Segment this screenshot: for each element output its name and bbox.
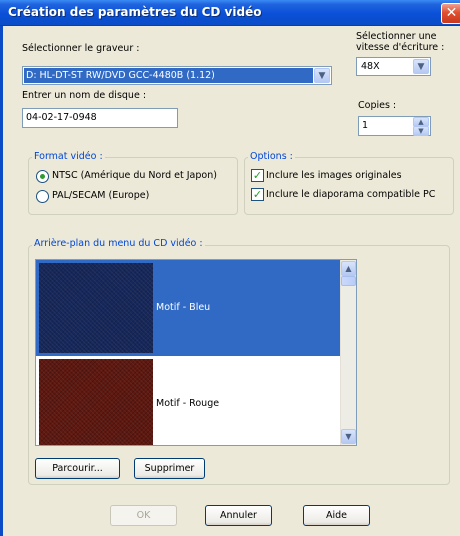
list-item-red[interactable]: Motif - Rouge [36, 356, 340, 445]
copies-value: 1 [362, 120, 369, 131]
include-slideshow-label[interactable]: Inclure le diaporama compatible PC [266, 189, 435, 200]
list-scrollbar[interactable]: ▲ ▼ [340, 260, 356, 445]
copies-stepper[interactable]: 1 ▲ ▼ [358, 116, 431, 136]
speed-select[interactable]: 48X ▼ [356, 57, 431, 76]
options-title: Options : [248, 151, 295, 162]
speed-label-line2: vitesse d'écriture : [356, 42, 445, 53]
ok-button[interactable]: OK [110, 505, 177, 526]
delete-button[interactable]: Supprimer [134, 458, 205, 479]
background-title: Arrière-plan du menu du CD vidéo : [32, 238, 205, 249]
burner-label: Sélectionner le graveur : [22, 43, 140, 54]
burner-select[interactable]: D: HL-DT-ST RW/DVD GCC-4480B (1.12) ▼ [22, 66, 332, 85]
list-item-label: Motif - Rouge [156, 398, 220, 409]
list-item-blue[interactable]: Motif - Bleu [36, 260, 340, 356]
stepper-down-icon[interactable]: ▼ [413, 126, 429, 136]
red-pattern-thumbnail [39, 359, 153, 445]
disc-name-input[interactable]: 04-02-17-0948 [22, 108, 178, 128]
ntsc-radio[interactable] [36, 170, 49, 183]
title-bar[interactable]: Création des paramètres du CD vidéo [0, 0, 460, 26]
cancel-button[interactable]: Annuler [205, 505, 272, 526]
ntsc-label[interactable]: NTSC (Amérique du Nord et Japon) [52, 170, 217, 181]
pal-radio[interactable] [36, 190, 49, 203]
blue-pattern-thumbnail [39, 263, 153, 353]
scroll-down-icon[interactable]: ▼ [341, 429, 356, 444]
include-originals-checkbox[interactable]: ✓ [251, 169, 264, 182]
pal-label[interactable]: PAL/SECAM (Europe) [52, 190, 149, 201]
close-button[interactable]: ✕ [441, 3, 460, 24]
window-title: Création des paramètres du CD vidéo [8, 5, 262, 19]
list-item-label: Motif - Bleu [156, 302, 211, 313]
disc-name-label: Entrer un nom de disque : [22, 90, 147, 101]
chevron-down-icon[interactable]: ▼ [314, 68, 330, 83]
speed-select-value: 48X [361, 61, 380, 72]
options-group [244, 157, 454, 215]
video-format-title: Format vidéo : [32, 151, 105, 162]
include-originals-label[interactable]: Inclure les images originales [266, 170, 402, 181]
copies-label: Copies : [358, 100, 397, 111]
chevron-down-icon[interactable]: ▼ [413, 59, 429, 74]
video-format-group [28, 157, 238, 215]
include-slideshow-checkbox[interactable]: ✓ [251, 188, 264, 201]
scroll-thumb[interactable] [341, 276, 356, 286]
browse-button[interactable]: Parcourir... [35, 458, 120, 479]
scroll-up-icon[interactable]: ▲ [341, 261, 356, 276]
close-icon: ✕ [445, 5, 458, 21]
background-list[interactable]: Motif - Bleu Motif - Rouge ▲ ▼ [35, 259, 357, 446]
help-button[interactable]: Aide [303, 505, 370, 526]
speed-label-line1: Sélectionner une [356, 31, 437, 42]
burner-select-value: D: HL-DT-ST RW/DVD GCC-4480B (1.12) [24, 68, 313, 83]
